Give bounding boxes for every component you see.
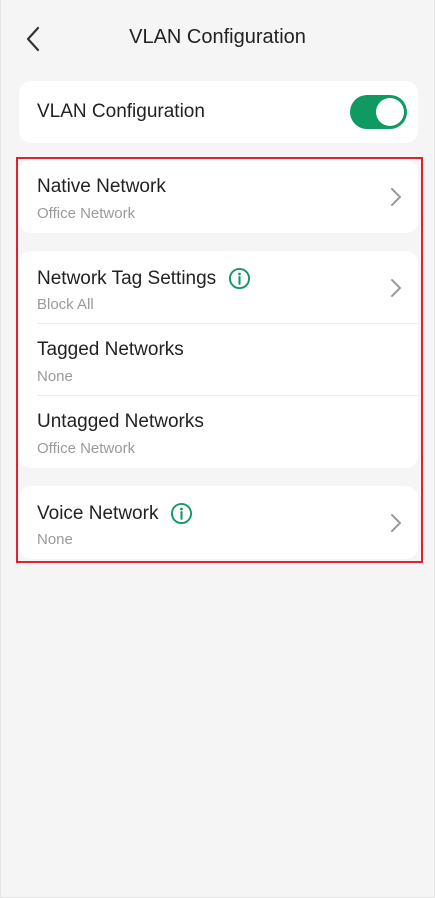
vlan-configuration-screen: VLAN Configuration VLAN Configuration Na… [0, 0, 435, 898]
chevron-right-icon [391, 514, 401, 532]
native-network-row[interactable]: Native Network Office Network [19, 160, 418, 232]
page-title: VLAN Configuration [129, 26, 306, 48]
untagged-networks-row: Untagged Networks Office Network [19, 395, 418, 467]
network-tags-card: Network Tag Settings Block All Tagged Ne… [19, 251, 418, 468]
voice-network-title: Voice Network [37, 502, 159, 524]
untagged-networks-value: Office Network [37, 440, 136, 457]
network-tag-settings-title: Network Tag Settings [37, 267, 217, 289]
voice-network-row[interactable]: Voice Network None [19, 486, 418, 558]
header: VLAN Configuration [1, 0, 434, 78]
vlan-configuration-card: VLAN Configuration [19, 81, 418, 143]
network-tag-settings-title-wrap: Network Tag Settings [37, 267, 251, 290]
chevron-right-icon [391, 188, 401, 206]
tagged-networks-row: Tagged Networks None [19, 323, 418, 395]
untagged-networks-title: Untagged Networks [37, 411, 204, 432]
native-network-title: Native Network [37, 176, 166, 197]
tagged-networks-title: Tagged Networks [37, 339, 184, 360]
chevron-right-icon [391, 279, 401, 297]
info-icon[interactable] [170, 502, 193, 525]
voice-network-title-wrap: Voice Network [37, 502, 193, 525]
network-tag-settings-row[interactable]: Network Tag Settings Block All [19, 251, 418, 323]
voice-network-value: None [37, 531, 73, 548]
native-network-card: Native Network Office Network [19, 160, 418, 233]
vlan-configuration-label: VLAN Configuration [37, 101, 205, 122]
toggle-knob [376, 98, 404, 126]
info-icon[interactable] [228, 267, 251, 290]
native-network-value: Office Network [37, 205, 136, 222]
vlan-configuration-toggle[interactable] [350, 95, 407, 129]
network-tag-settings-value: Block All [37, 296, 94, 313]
tagged-networks-value: None [37, 368, 73, 385]
voice-network-card: Voice Network None [19, 486, 418, 559]
